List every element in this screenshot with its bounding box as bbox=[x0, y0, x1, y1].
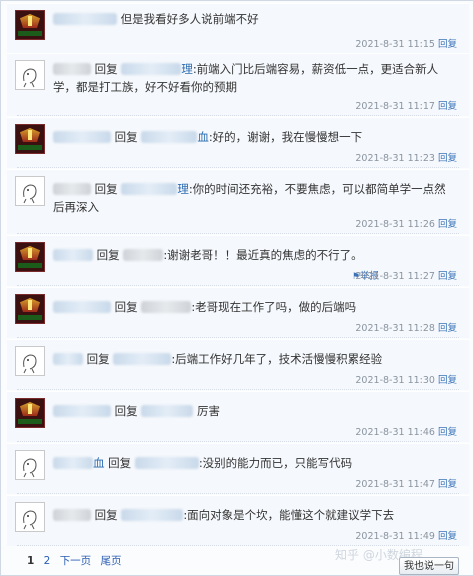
mention-blurred[interactable] bbox=[141, 301, 192, 313]
reply-link[interactable]: 回复 bbox=[438, 323, 457, 334]
comment-text-continued: 后再深入 bbox=[53, 200, 99, 214]
comment-text: :谢谢老哥！！最近真的焦虑的不行了。 bbox=[163, 248, 363, 262]
timestamp: 2021-8-31 11:15 回复 bbox=[355, 39, 457, 50]
mention-blurred[interactable] bbox=[123, 249, 164, 261]
username-blurred[interactable] bbox=[53, 63, 91, 75]
avatar[interactable] bbox=[15, 124, 45, 154]
avatar[interactable] bbox=[15, 294, 45, 324]
reply-link[interactable]: 回复 bbox=[438, 375, 457, 386]
pagination: 1 2 下一页 尾页 bbox=[27, 553, 128, 568]
reply-link[interactable]: 回复 bbox=[438, 531, 457, 542]
reply-link[interactable]: 回复 bbox=[438, 101, 457, 112]
avatar[interactable] bbox=[15, 176, 45, 206]
username-blurred[interactable] bbox=[53, 405, 111, 417]
comment-item: 回复 厉害 2021-8-31 11:46 回复 bbox=[7, 391, 469, 442]
comment-item: 回复 :后端工作好几年了，技术活慢慢积累经验 2021-8-31 11:30 回… bbox=[7, 339, 469, 390]
timestamp: 2021-8-31 11:17 回复 bbox=[355, 101, 457, 112]
avatar[interactable] bbox=[15, 10, 45, 40]
reply-link[interactable]: 回复 bbox=[438, 271, 457, 282]
timestamp: 2021-8-31 11:23 回复 bbox=[355, 153, 457, 164]
comment-text: :没别的能力而已，只能写代码 bbox=[198, 456, 353, 470]
comment-text: :好的，谢谢，我在慢慢想一下 bbox=[208, 130, 363, 144]
comment-text: :前端入门比后端容易，薪资低一点，更适合新人 bbox=[192, 62, 439, 76]
avatar[interactable] bbox=[15, 398, 45, 428]
comment-item: 血 回复 :没别的能力而已，只能写代码 2021-8-31 11:47 回复 bbox=[7, 443, 469, 494]
timestamp: 2021-8-31 11:28 回复 bbox=[355, 323, 457, 334]
comment-panel: 但是我看好多人说前端不好 2021-8-31 11:15 回复 回复 理:前端入… bbox=[0, 0, 474, 576]
comment-text: :你的时间还充裕，不要焦虑，可以都简单学一点然 bbox=[188, 182, 446, 196]
comment-item: 回复 :面向对象是个坎，能懂这个就建议学下去 2021-8-31 11:49 回… bbox=[7, 495, 469, 546]
mention-blurred[interactable] bbox=[113, 353, 172, 365]
comment-text: 但是我看好多人说前端不好 bbox=[120, 12, 259, 26]
comment-text: :老哥现在工作了吗，做的后端吗 bbox=[191, 300, 357, 314]
avatar[interactable] bbox=[15, 502, 45, 532]
avatar[interactable] bbox=[15, 450, 45, 480]
comment-text: :面向对象是个坎，能懂这个就建议学下去 bbox=[183, 508, 395, 522]
comment-text-continued: 学，都是打工族，好不好看你的预期 bbox=[53, 80, 237, 94]
timestamp: 2021-8-31 11:30 回复 bbox=[355, 375, 457, 386]
mention-blurred[interactable] bbox=[134, 457, 199, 469]
reply-link[interactable]: 回复 bbox=[438, 427, 457, 438]
comment-item: 回复 理:前端入门比后端容易，薪资低一点，更适合新人 学，都是打工族，好不好看你… bbox=[7, 53, 469, 116]
comment-text: :后端工作好几年了，技术活慢慢积累经验 bbox=[171, 352, 383, 366]
avatar[interactable] bbox=[15, 346, 45, 376]
comment-text: 厉害 bbox=[196, 404, 220, 418]
comment-item: 但是我看好多人说前端不好 2021-8-31 11:15 回复 bbox=[7, 3, 469, 54]
avatar[interactable] bbox=[15, 242, 45, 272]
say-something-button[interactable]: 我也说一句 bbox=[399, 557, 459, 575]
comment-item: 回复 理:你的时间还充裕，不要焦虑，可以都简单学一点然 后再深入 2021-8-… bbox=[7, 169, 469, 234]
username-blurred[interactable] bbox=[53, 13, 117, 25]
reply-link[interactable]: 回复 bbox=[438, 153, 457, 164]
reply-link[interactable]: 回复 bbox=[438, 479, 457, 490]
username-blurred[interactable] bbox=[53, 183, 91, 195]
username-blurred[interactable] bbox=[53, 301, 111, 313]
username-blurred[interactable] bbox=[53, 131, 111, 143]
timestamp: 2021-8-31 11:46 回复 bbox=[355, 427, 457, 438]
username-blurred[interactable] bbox=[53, 249, 93, 261]
next-page-link[interactable]: 下一页 bbox=[60, 555, 92, 567]
timestamp: 2021-8-31 11:26 回复 bbox=[355, 219, 457, 230]
page-current: 1 bbox=[27, 555, 35, 567]
mention-blurred[interactable] bbox=[141, 405, 194, 417]
page-2-link[interactable]: 2 bbox=[44, 555, 51, 567]
username-blurred[interactable] bbox=[53, 509, 91, 521]
timestamp: 2021-8-31 11:47 回复 bbox=[355, 479, 457, 490]
username-blurred[interactable] bbox=[53, 457, 93, 469]
last-page-link[interactable]: 尾页 bbox=[101, 555, 122, 567]
timestamp: 2021-8-31 11:49 回复 bbox=[355, 531, 457, 542]
avatar[interactable] bbox=[15, 60, 45, 90]
mention-blurred[interactable] bbox=[121, 183, 178, 195]
mention-blurred[interactable] bbox=[141, 131, 198, 143]
timestamp: 2021-8-31 11:27 回复 bbox=[355, 271, 457, 282]
reply-link[interactable]: 回复 bbox=[438, 219, 457, 230]
mention-blurred[interactable] bbox=[121, 63, 182, 75]
comment-item: 回复 血:好的，谢谢，我在慢慢想一下 2021-8-31 11:23 回复 bbox=[7, 117, 469, 168]
comment-item: 回复 :谢谢老哥！！最近真的焦虑的不行了。 ⚑举报 2021-8-31 11:2… bbox=[7, 235, 469, 286]
reply-link[interactable]: 回复 bbox=[438, 39, 457, 50]
comment-item: 回复 :老哥现在工作了吗，做的后端吗 2021-8-31 11:28 回复 bbox=[7, 287, 469, 338]
mention-blurred[interactable] bbox=[121, 509, 184, 521]
username-blurred[interactable] bbox=[53, 353, 83, 365]
